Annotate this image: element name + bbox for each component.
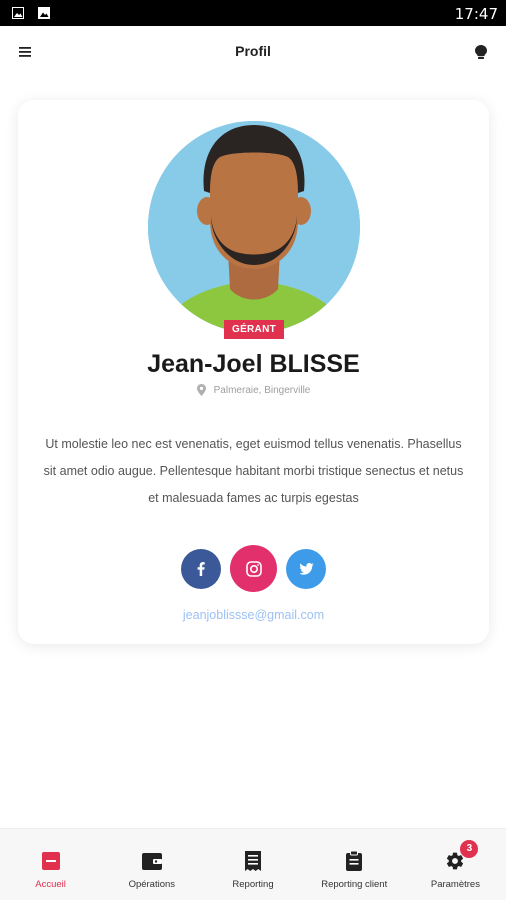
bottom-navigation: Accueil Opérations Reporting Reporting c… (0, 828, 506, 900)
report-icon (245, 851, 261, 871)
lightbulb-icon (475, 45, 487, 59)
nav-item-reporting-client[interactable]: Reporting client (304, 829, 405, 900)
nav-item-accueil[interactable]: Accueil (0, 829, 101, 900)
nav-item-operations[interactable]: Opérations (101, 829, 202, 900)
page-title: Profil (235, 43, 271, 59)
twitter-icon (298, 563, 314, 575)
wallet-icon (141, 852, 162, 870)
nav-label: Accueil (35, 879, 66, 890)
status-bar: 17:47 (0, 0, 506, 26)
email-link[interactable]: jeanjoblissse@gmail.com (18, 608, 489, 622)
location-row: Palmeraie, Bingerville (18, 384, 489, 396)
nav-item-parametres[interactable]: 3 Paramètres (405, 829, 506, 900)
location-text: Palmeraie, Bingerville (213, 384, 311, 396)
profile-content: GÉRANT Jean-Joel BLISSE Palmeraie, Binge… (0, 78, 506, 828)
location-pin-icon (196, 384, 206, 396)
clipboard-icon (346, 851, 363, 871)
status-time: 17:47 (454, 5, 498, 23)
theme-toggle-button[interactable] (470, 41, 492, 63)
avatar-illustration (148, 121, 360, 333)
home-icon (41, 852, 60, 870)
instagram-icon (245, 560, 262, 577)
instagram-button[interactable] (230, 545, 277, 592)
nav-label: Reporting (232, 879, 274, 890)
avatar (148, 121, 360, 333)
nav-label: Opérations (128, 879, 176, 890)
gallery-notification-icon (38, 7, 50, 19)
nav-item-reporting[interactable]: Reporting (202, 829, 303, 900)
profile-name: Jean-Joel BLISSE (147, 350, 360, 378)
app-bar: Profil (0, 26, 506, 78)
image-notification-icon (12, 7, 24, 19)
nav-label: Paramètres (430, 879, 480, 890)
facebook-icon (197, 562, 205, 576)
notification-badge: 3 (460, 840, 479, 858)
role-badge: GÉRANT (224, 320, 284, 339)
facebook-button[interactable] (181, 549, 221, 589)
nav-label: Reporting client (321, 879, 388, 890)
profile-bio: Ut molestie leo nec est venenatis, eget … (43, 437, 464, 505)
twitter-button[interactable] (286, 549, 326, 589)
profile-card: GÉRANT Jean-Joel BLISSE Palmeraie, Binge… (18, 100, 489, 644)
